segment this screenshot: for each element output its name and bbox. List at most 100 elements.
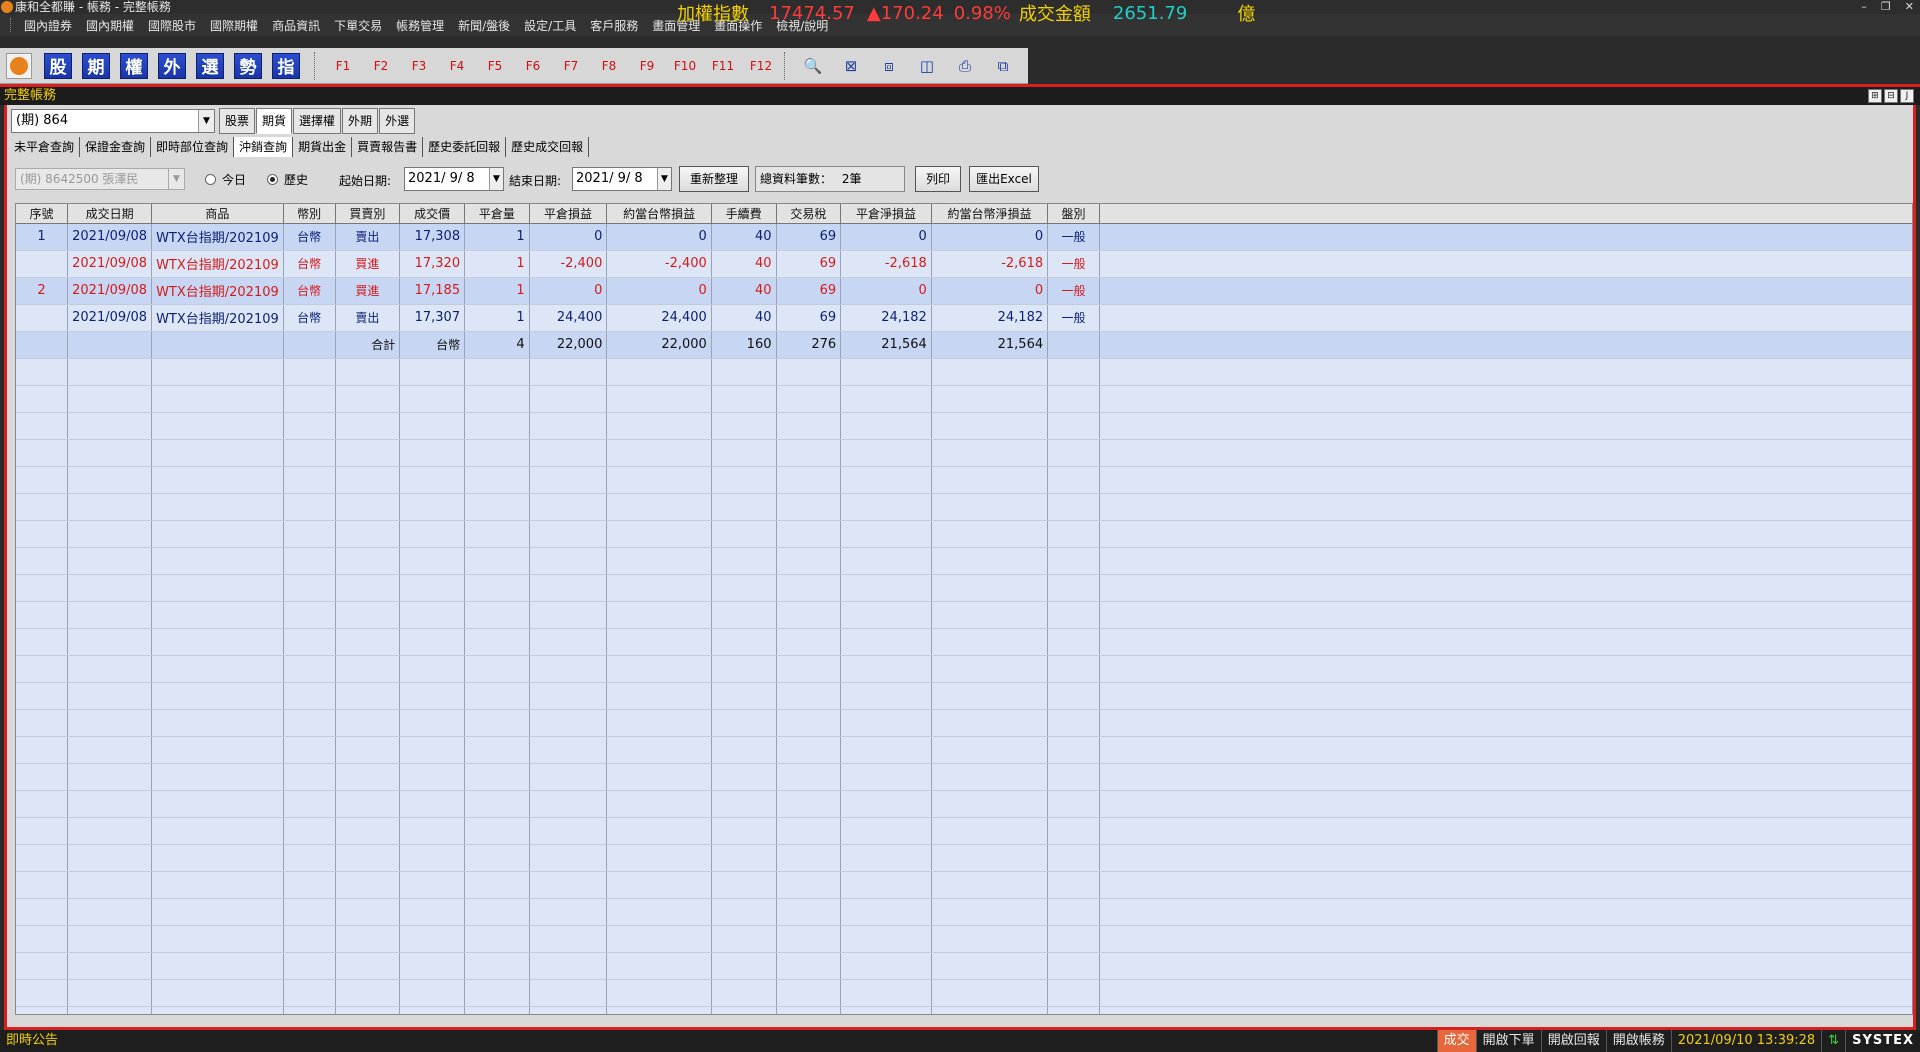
- print-button[interactable]: 列印: [915, 166, 961, 192]
- start-date-picker[interactable]: 2021/ 9/ 8 ▼: [404, 167, 504, 191]
- menu-item-trading[interactable]: 下單交易: [327, 17, 389, 34]
- tab-futures[interactable]: 期貨: [256, 108, 293, 134]
- refresh-button[interactable]: 重新整理: [679, 166, 749, 192]
- trend-button[interactable]: 勢: [234, 52, 262, 79]
- account-select[interactable]: (期) 864 ▼: [11, 109, 215, 133]
- f9-button[interactable]: F9: [628, 59, 666, 73]
- f3-button[interactable]: F3: [400, 59, 438, 73]
- home-button[interactable]: [6, 52, 32, 79]
- empty-cell: [283, 952, 336, 980]
- tab-foreign-futures[interactable]: 外期: [342, 108, 379, 134]
- f12-button[interactable]: F12: [742, 59, 780, 73]
- table-row[interactable]: 2021/09/08 WTX台指期/202109 台幣 賣出 17,307 1 24,400…: [16, 304, 1912, 332]
- menu-item-service[interactable]: 客戶服務: [583, 17, 645, 34]
- f8-button[interactable]: F8: [590, 59, 628, 73]
- table-row[interactable]: 1 2021/09/08 WTX台指期/202109 台幣 賣出 17,308 1 0 0 40 6…: [16, 223, 1912, 251]
- empty-row: [16, 736, 1912, 764]
- col-header-tax[interactable]: 交易稅: [776, 204, 842, 224]
- menu-item-settings[interactable]: 設定/工具: [517, 17, 583, 34]
- arrange-icon[interactable]: ⧈: [870, 53, 908, 79]
- search-icon[interactable]: 🔍: [794, 53, 832, 79]
- empty-cell: [1047, 682, 1100, 710]
- stock-button[interactable]: 股: [44, 52, 72, 79]
- col-header-pnl[interactable]: 平倉損益: [529, 204, 608, 224]
- col-header-net-pnl-twd[interactable]: 約當台幣淨損益: [931, 204, 1049, 224]
- empty-cell: [711, 898, 777, 926]
- f10-button[interactable]: F10: [666, 59, 704, 73]
- f5-button[interactable]: F5: [476, 59, 514, 73]
- col-header-product[interactable]: 商品: [151, 204, 284, 224]
- col-header-price[interactable]: 成交價: [399, 204, 466, 224]
- empty-cell: [399, 466, 466, 494]
- tab-offset[interactable]: 沖銷查詢: [234, 137, 294, 157]
- select-button[interactable]: 選: [196, 52, 224, 79]
- tab-order-history[interactable]: 歷史委託回報: [423, 137, 507, 157]
- menu-item-accounts[interactable]: 帳務管理: [389, 17, 451, 34]
- tab-stocks[interactable]: 股票: [219, 108, 256, 134]
- open-report-button[interactable]: 開啟回報: [1540, 1030, 1606, 1052]
- tab-foreign-options[interactable]: 外選: [379, 108, 416, 134]
- f6-button[interactable]: F6: [514, 59, 552, 73]
- layout-icon[interactable]: ◫: [908, 53, 946, 79]
- radio-today[interactable]: 今日: [205, 171, 246, 188]
- menu-item-intl-futures[interactable]: 國際期權: [203, 17, 265, 34]
- tab-margin[interactable]: 保證金查詢: [80, 137, 152, 157]
- col-header-side[interactable]: 買賣別: [335, 204, 401, 224]
- minimize-button[interactable]: –: [1861, 0, 1867, 14]
- maximize-button[interactable]: ❐: [1881, 0, 1891, 14]
- tab-open-positions[interactable]: 未平倉查詢: [9, 137, 81, 157]
- f2-button[interactable]: F2: [362, 59, 400, 73]
- menu-item-quotes[interactable]: 商品資訊: [265, 17, 327, 34]
- foreign-button[interactable]: 外: [158, 52, 186, 79]
- col-header-session[interactable]: 盤別: [1047, 204, 1100, 224]
- radio-history[interactable]: 歷史: [267, 171, 308, 188]
- menu-item-domestic-securities[interactable]: 國內證券: [17, 17, 79, 34]
- table-row[interactable]: 2021/09/08 WTX台指期/202109 台幣 買進 17,320 1 -2,400…: [16, 250, 1912, 278]
- announcement-label[interactable]: 即時公告: [6, 1030, 58, 1052]
- open-account-button[interactable]: 開啟帳務: [1605, 1030, 1671, 1052]
- menu-item-news[interactable]: 新聞/盤後: [451, 17, 517, 34]
- open-order-button[interactable]: 開啟下單: [1475, 1030, 1541, 1052]
- end-date-picker[interactable]: 2021/ 9/ 8 ▼: [572, 167, 672, 191]
- chevron-down-icon[interactable]: ▼: [489, 168, 503, 190]
- export-excel-button[interactable]: 匯出Excel: [969, 166, 1039, 192]
- options-button[interactable]: 權: [120, 52, 148, 79]
- empty-row: [16, 385, 1912, 413]
- futures-button[interactable]: 期: [82, 52, 110, 79]
- col-header-date[interactable]: 成交日期: [67, 204, 153, 224]
- col-header-qty[interactable]: 平倉量: [464, 204, 530, 224]
- tab-trade-report[interactable]: 買賣報告書: [352, 137, 424, 157]
- close-button[interactable]: ✕: [1905, 0, 1914, 14]
- f1-button[interactable]: F1: [324, 59, 362, 73]
- close-subwindow-icon[interactable]: J: [1900, 89, 1914, 103]
- col-header-fee[interactable]: 手續費: [711, 204, 777, 224]
- empty-cell: [399, 709, 466, 737]
- f7-button[interactable]: F7: [552, 59, 590, 73]
- index-button[interactable]: 指: [272, 52, 300, 79]
- col-header-currency[interactable]: 幣別: [283, 204, 336, 224]
- menu-item-domestic-futures[interactable]: 國內期權: [79, 17, 141, 34]
- crop-icon[interactable]: ⧉: [984, 53, 1022, 79]
- close-windows-icon[interactable]: ⊠: [832, 53, 870, 79]
- col-header-pnl-twd[interactable]: 約當台幣損益: [606, 204, 712, 224]
- tab-options[interactable]: 選擇權: [293, 108, 342, 134]
- cell-qty: 1: [464, 250, 530, 278]
- f4-button[interactable]: F4: [438, 59, 476, 73]
- tab-withdraw[interactable]: 期貨出金: [293, 137, 353, 157]
- col-header-seq[interactable]: 序號: [16, 204, 69, 224]
- f11-button[interactable]: F11: [704, 59, 742, 73]
- deal-badge[interactable]: 成交: [1436, 1030, 1476, 1052]
- total-tax: 276: [776, 331, 842, 359]
- table-row[interactable]: 2 2021/09/08 WTX台指期/202109 台幣 買進 17,185 1 0 0 40 6…: [16, 277, 1912, 305]
- pin-icon[interactable]: ⊞: [1868, 89, 1882, 103]
- restore-icon[interactable]: ⊟: [1884, 89, 1898, 103]
- menu-item-intl-stocks[interactable]: 國際股市: [141, 17, 203, 34]
- chevron-down-icon[interactable]: ▼: [198, 110, 214, 132]
- chevron-down-icon[interactable]: ▼: [168, 169, 184, 189]
- chevron-down-icon[interactable]: ▼: [657, 168, 671, 190]
- col-header-net-pnl[interactable]: 平倉淨損益: [840, 204, 932, 224]
- tab-realtime-positions[interactable]: 即時部位查詢: [151, 137, 235, 157]
- print-icon[interactable]: ⎙: [946, 53, 984, 79]
- tab-fill-history[interactable]: 歷史成交回報: [506, 137, 590, 157]
- sub-account-select[interactable]: (期) 8642500 張澤民 ▼: [15, 168, 185, 190]
